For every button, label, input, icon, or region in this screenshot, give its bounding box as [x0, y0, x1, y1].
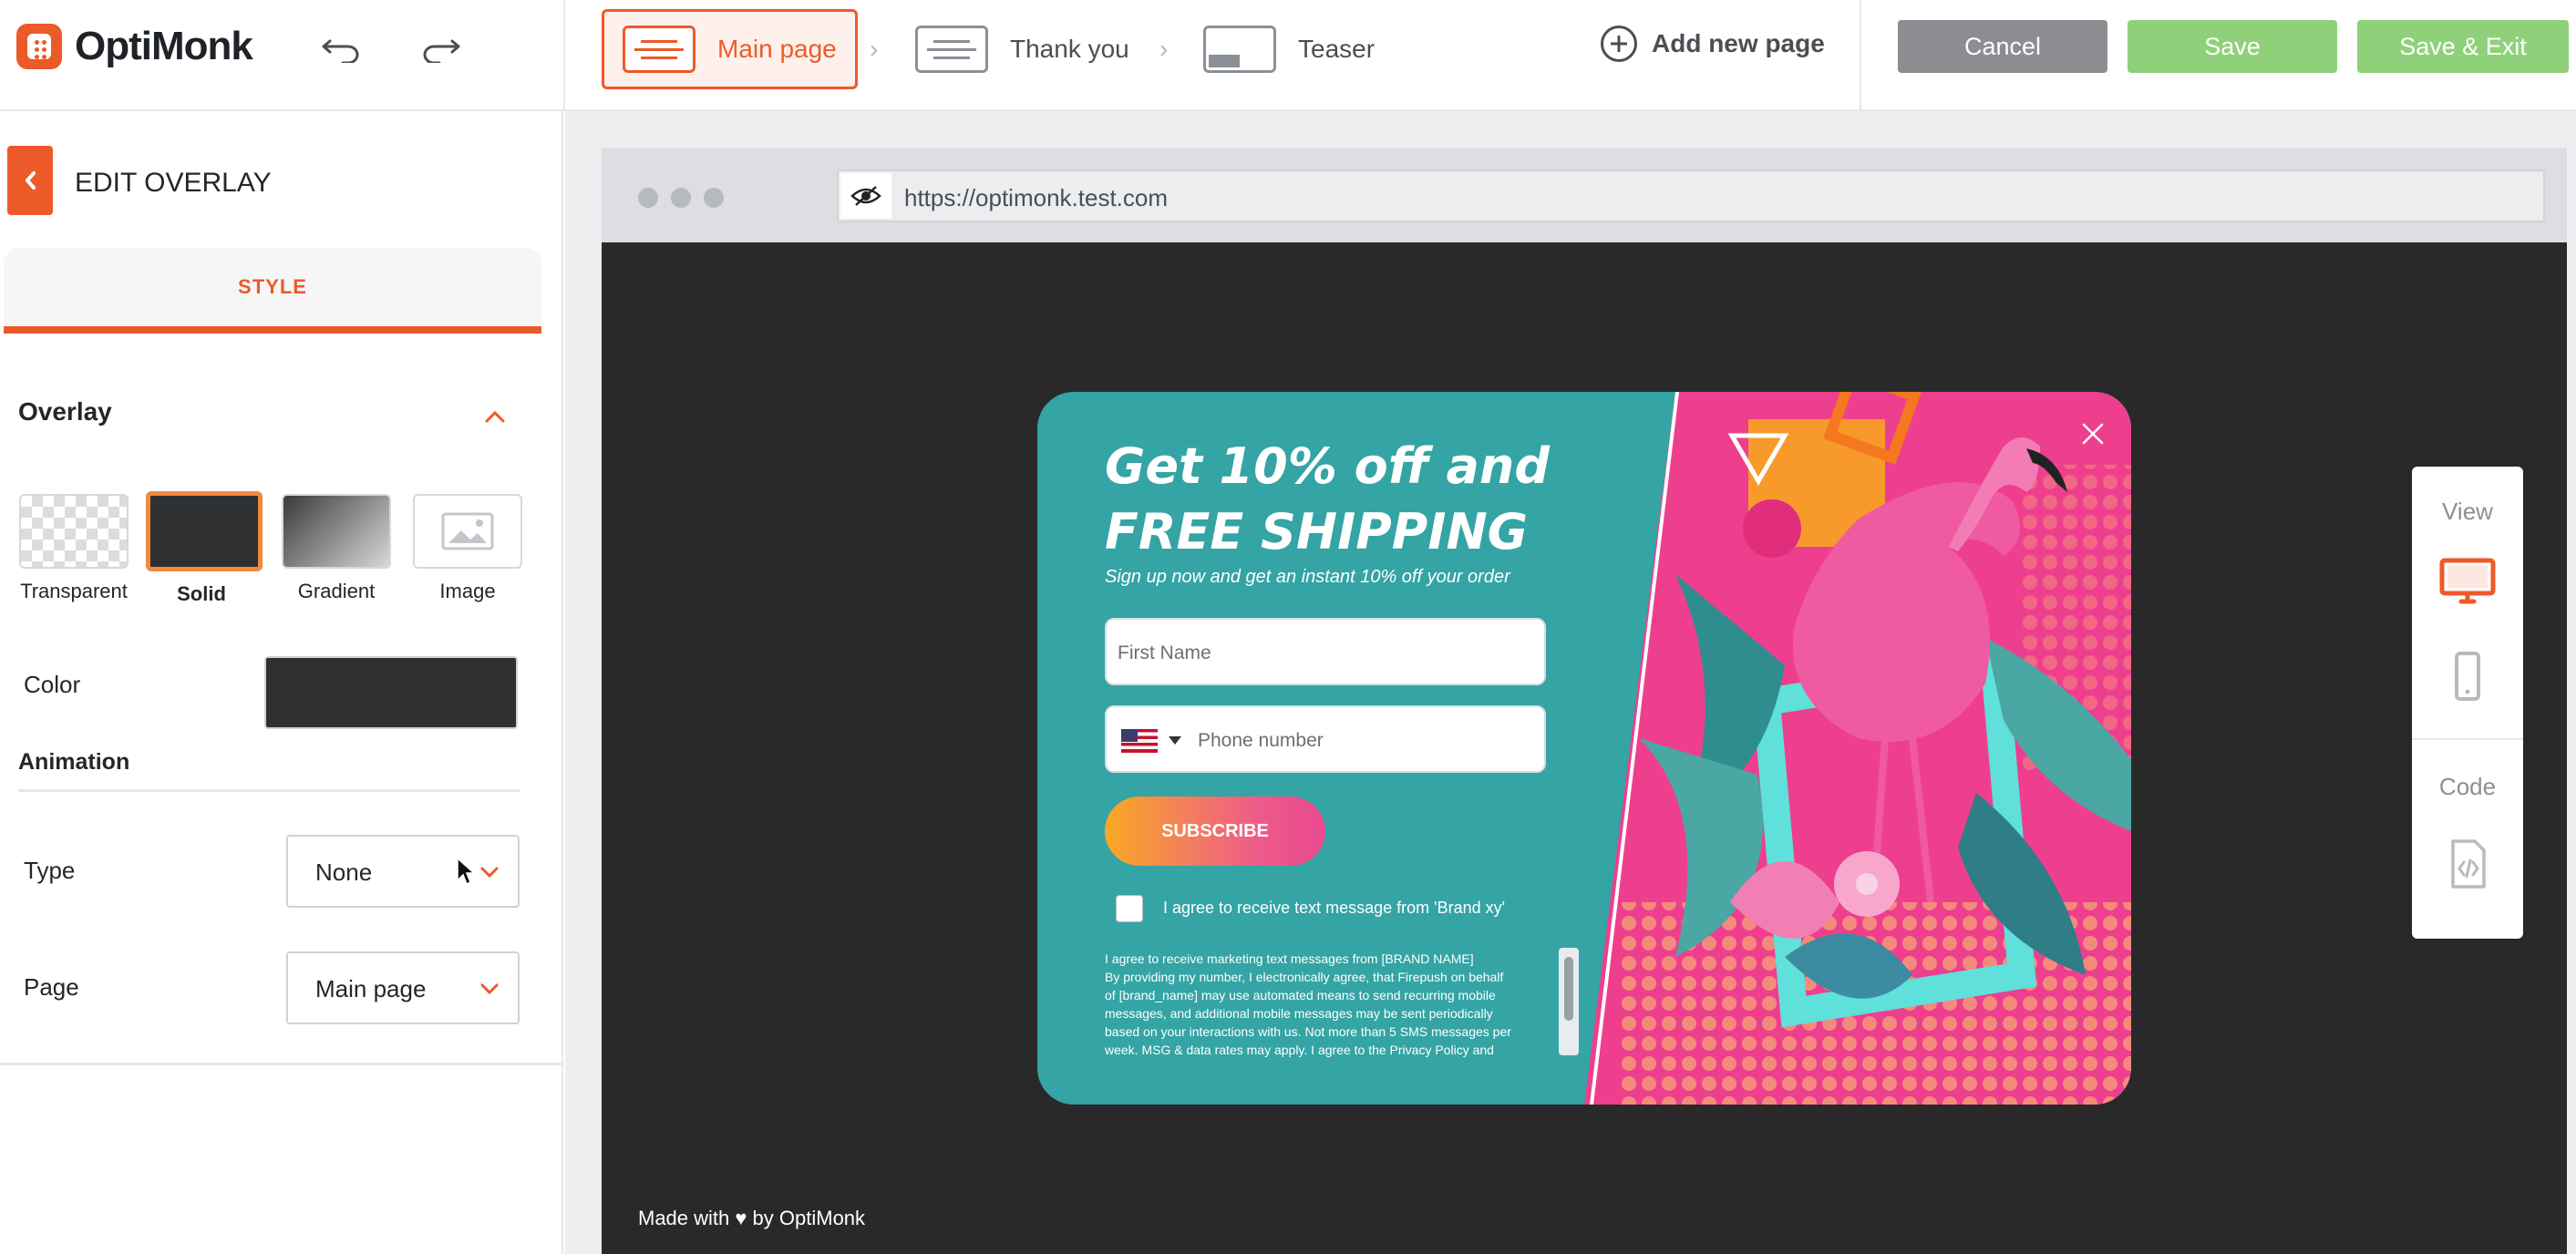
redo-icon	[423, 39, 460, 63]
first-name-field[interactable]: First Name	[1105, 618, 1546, 685]
code-label: Code	[2438, 773, 2497, 800]
undo-button[interactable]	[314, 24, 368, 75]
page-label: Page	[24, 973, 79, 1001]
transparent-swatch	[19, 494, 129, 569]
back-button[interactable]	[7, 146, 53, 215]
overlay-option-label: Gradient	[297, 580, 376, 602]
plus-circle-icon	[1601, 26, 1637, 62]
sidebar-title: EDIT OVERLAY	[75, 168, 272, 198]
logo: OptiMonk	[16, 24, 253, 69]
overlay-option-label: Transparent	[20, 580, 128, 602]
solid-swatch	[146, 491, 263, 571]
phone-number-field[interactable]: Phone number	[1105, 705, 1546, 773]
legal-line: of [brand_name] may use automated means …	[1105, 988, 1496, 1002]
overlay-option-solid[interactable]: Solid	[146, 491, 263, 606]
color-label: Color	[24, 671, 81, 698]
legal-scrollbar[interactable]	[1559, 948, 1579, 1055]
window-dot	[671, 188, 691, 208]
overlay-option-label: Image	[439, 580, 496, 602]
chevron-down-icon	[480, 983, 499, 995]
popup-headline: Get 10% off and FREE SHIPPING	[1105, 434, 1688, 565]
tab-thank-you-label: Thank you	[1010, 35, 1129, 63]
type-label: Type	[24, 857, 76, 884]
tab-teaser[interactable]: Teaser	[1185, 9, 1393, 89]
close-icon[interactable]	[2080, 421, 2106, 447]
animation-section-title: Animation	[18, 749, 130, 775]
teaser-page-icon	[1203, 26, 1276, 73]
url-field: https://optimonk.test.com	[837, 170, 2545, 222]
browser-address-bar: https://optimonk.test.com	[602, 148, 2567, 242]
first-name-placeholder: First Name	[1118, 642, 1211, 663]
animation-type-select[interactable]: None	[286, 835, 520, 908]
chevron-down-icon	[480, 867, 499, 879]
tab-style[interactable]: STYLE	[4, 248, 541, 334]
headline-line-2: FREE SHIPPING	[1105, 503, 1528, 560]
legal-line: I agree to receive marketing text messag…	[1105, 951, 1474, 966]
popup-preview[interactable]: Get 10% off and FREE SHIPPING Sign up no…	[1037, 392, 2131, 1105]
eye-slash-icon	[850, 186, 881, 206]
caret-down-icon	[1169, 736, 1181, 745]
window-dot	[704, 188, 724, 208]
url-text: https://optimonk.test.com	[904, 184, 1169, 211]
code-file-icon[interactable]	[2450, 838, 2487, 889]
color-picker[interactable]	[264, 656, 518, 729]
mouse-cursor-icon	[457, 857, 474, 886]
save-and-exit-button[interactable]: Save & Exit	[2357, 20, 2569, 73]
subscribe-button[interactable]: SUBSCRIBE	[1105, 797, 1325, 866]
chevron-left-icon	[26, 171, 36, 190]
overlay-option-label: Solid	[177, 582, 226, 605]
overlay-option-gradient[interactable]: Gradient	[281, 494, 392, 603]
add-new-page-label: Add new page	[1652, 29, 1825, 57]
redo-button[interactable]	[414, 24, 469, 75]
animation-page-value: Main page	[315, 975, 427, 1002]
legal-line: week. MSG & data rates may apply. I agre…	[1105, 1043, 1494, 1057]
undo-icon	[322, 39, 359, 63]
animation-type-value: None	[315, 858, 373, 886]
headline-line-1: Get 10% off and	[1105, 437, 1551, 495]
legal-line: By providing my number, I electronically…	[1105, 970, 1504, 984]
tab-main-page[interactable]: Main page	[602, 9, 858, 89]
add-new-page-button[interactable]: Add new page	[1601, 26, 1825, 62]
legal-line: messages, and additional mobile messages…	[1105, 1006, 1493, 1021]
view-panel: View Code	[2412, 467, 2523, 939]
top-toolbar: OptiMonk Main page › Thank you › Teaser …	[0, 0, 2576, 111]
legal-line: based on your interactions with us. Not …	[1105, 1024, 1511, 1039]
made-with-credit: Made with ♥ by OptiMonk	[638, 1207, 866, 1229]
overlay-option-image[interactable]: Image	[412, 494, 523, 603]
desktop-icon[interactable]	[2439, 558, 2496, 607]
view-label: View	[2442, 498, 2493, 525]
logo-text: OptiMonk	[75, 24, 253, 68]
tab-thank-you[interactable]: Thank you	[897, 9, 1148, 89]
legal-text: I agree to receive marketing text messag…	[1105, 950, 1555, 1059]
tab-main-page-label: Main page	[717, 35, 837, 63]
image-swatch	[413, 494, 522, 569]
sms-consent-label: I agree to receive text message from 'Br…	[1163, 899, 1506, 917]
optimonk-logo-icon	[16, 24, 62, 69]
cancel-button[interactable]: Cancel	[1898, 20, 2107, 73]
overlay-section-title: Overlay	[18, 397, 112, 426]
edit-overlay-sidebar: EDIT OVERLAY STYLE Overlay Transparent S…	[0, 111, 563, 1254]
animation-page-select[interactable]: Main page	[286, 951, 520, 1024]
us-flag-icon[interactable]	[1121, 729, 1158, 753]
save-button[interactable]: Save	[2128, 20, 2337, 73]
chevron-up-icon[interactable]	[483, 408, 507, 425]
image-icon	[441, 512, 494, 550]
mobile-icon[interactable]	[2454, 651, 2481, 702]
tab-teaser-label: Teaser	[1298, 35, 1376, 63]
overlay-option-transparent[interactable]: Transparent	[18, 494, 129, 603]
browser-preview: https://optimonk.test.com Get 10% off an…	[602, 148, 2567, 1254]
popup-subheadline: Sign up now and get an instant 10% off y…	[1105, 567, 1510, 587]
phone-placeholder: Phone number	[1198, 730, 1324, 751]
thank-you-page-icon	[915, 26, 988, 73]
preview-eye-button[interactable]	[840, 173, 891, 219]
window-dot	[638, 188, 658, 208]
sms-consent-checkbox[interactable]	[1116, 895, 1143, 922]
main-page-icon	[623, 26, 696, 73]
gradient-swatch	[282, 494, 391, 569]
